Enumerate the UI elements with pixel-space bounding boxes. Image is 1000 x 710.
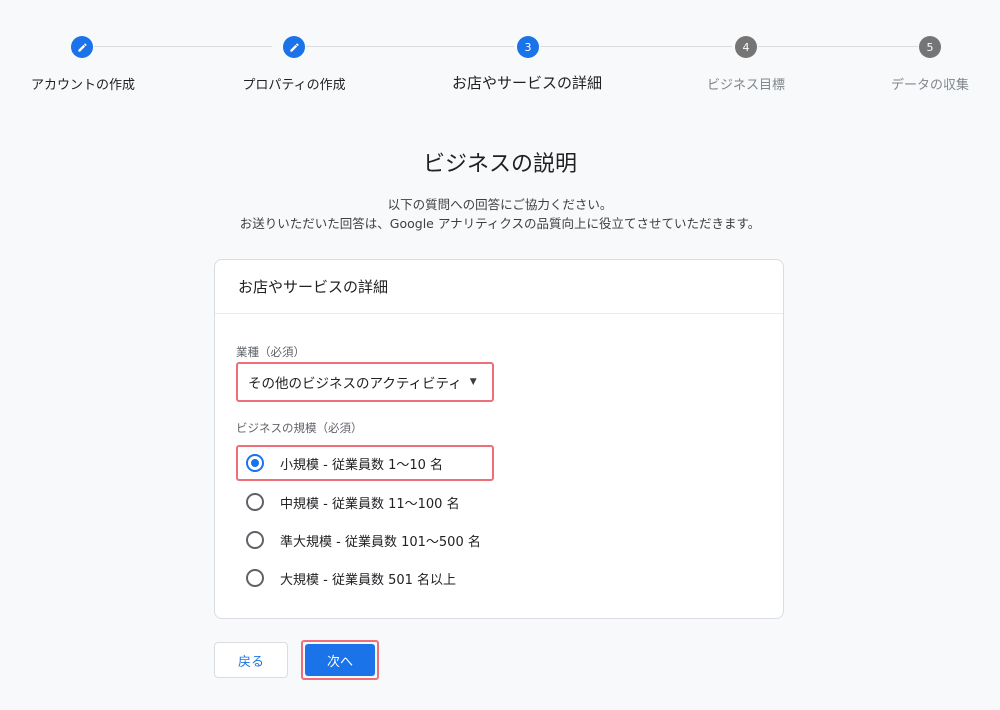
industry-label: 業種（必須） <box>236 345 305 359</box>
business-details-card: お店やサービスの詳細 業種（必須） その他のビジネスのアクティビティ ▼ ビジネ… <box>214 259 784 619</box>
size-option-label: 大規模 - 従業員数 501 名以上 <box>280 572 457 588</box>
pencil-icon <box>77 42 87 52</box>
step-5-label: データの収集 <box>890 78 970 93</box>
next-button-highlight: 次へ <box>301 640 379 680</box>
size-option-label: 準大規模 - 従業員数 101〜500 名 <box>280 534 481 550</box>
step-1-indicator <box>71 36 93 58</box>
description-line-2: お送りいただいた回答は、Google アナリティクスの品質向上に役立てさせていた… <box>239 216 761 231</box>
size-option-label: 小規模 - 従業員数 1〜10 名 <box>280 457 444 473</box>
size-option-small[interactable]: 小規模 - 従業員数 1〜10 名 <box>236 445 494 481</box>
description-line-1: 以下の質問への回答にご協力ください。 <box>387 197 613 212</box>
step-3-label: お店やサービスの詳細 <box>451 74 603 92</box>
industry-select[interactable]: その他のビジネスのアクティビティ ▼ <box>236 362 494 402</box>
step-2-label: プロパティの作成 <box>242 78 346 93</box>
back-button[interactable]: 戻る <box>214 642 288 678</box>
size-option-upper-medium[interactable]: 準大規模 - 従業員数 101〜500 名 <box>236 522 481 558</box>
radio-unchecked-icon[interactable] <box>246 531 264 549</box>
size-option-label: 中規模 - 従業員数 11〜100 名 <box>280 496 460 512</box>
pencil-icon <box>289 42 299 52</box>
step-connector <box>94 46 272 47</box>
step-3-indicator: 3 <box>517 36 539 58</box>
next-button[interactable]: 次へ <box>305 644 375 676</box>
size-option-large[interactable]: 大規模 - 従業員数 501 名以上 <box>236 560 456 596</box>
caret-down-icon: ▼ <box>469 377 477 387</box>
step-connector <box>758 46 918 47</box>
step-connector <box>306 46 514 47</box>
card-header: お店やサービスの詳細 <box>215 260 783 314</box>
step-5-indicator: 5 <box>919 36 941 58</box>
step-4-indicator: 4 <box>735 36 757 58</box>
step-connector <box>540 46 732 47</box>
step-1-label: アカウントの作成 <box>30 78 136 93</box>
card-title: お店やサービスの詳細 <box>238 278 389 296</box>
size-option-medium[interactable]: 中規模 - 従業員数 11〜100 名 <box>236 484 460 520</box>
radio-unchecked-icon[interactable] <box>246 569 264 587</box>
step-2-indicator <box>283 36 305 58</box>
industry-select-value: その他のビジネスのアクティビティ <box>248 376 462 392</box>
progress-stepper: 3 4 5 アカウントの作成 プロパティの作成 お店やサービスの詳細 ビジネス目… <box>0 0 1000 110</box>
radio-checked-icon[interactable] <box>246 454 264 472</box>
step-4-label: ビジネス目標 <box>706 78 786 93</box>
page-description: 以下の質問への回答にご協力ください。 お送りいただいた回答は、Google アナ… <box>0 195 1000 233</box>
page-title: ビジネスの説明 <box>422 152 577 177</box>
business-size-label: ビジネスの規模（必須） <box>236 421 363 435</box>
radio-unchecked-icon[interactable] <box>246 493 264 511</box>
